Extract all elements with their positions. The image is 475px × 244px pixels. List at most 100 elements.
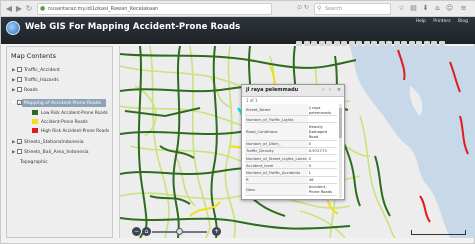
legend-swatch-green [32, 110, 38, 115]
table-row: Number_of_Traffic_Accidents 1 [245, 168, 337, 177]
url-text: nusantaraz.my.id/Lokasi_Rawan_Kecelakaan [48, 6, 159, 12]
header-link-blog[interactable]: Blog [458, 19, 468, 24]
popup-title: jl raya pelemmadu [246, 87, 299, 93]
menu-icon[interactable]: ≡ [459, 4, 468, 13]
map-toolbar [296, 32, 446, 47]
previous-arrow-icon[interactable]: ‹ [320, 87, 326, 93]
attribute-key: Desc [245, 183, 308, 196]
attribute-key: Road_Conditions [245, 122, 308, 141]
layer-checkbox[interactable] [17, 77, 22, 82]
next-arrow-icon[interactable]: › [327, 87, 333, 93]
download-icon[interactable]: ⬇ [421, 4, 430, 13]
layer-checkbox[interactable] [17, 67, 22, 72]
home-icon[interactable]: ⌂ [433, 4, 442, 13]
layer-row-traffic-hazards[interactable]: ▶ Traffic_Hazards [12, 77, 59, 83]
attribute-value: Accident-Prone Roads [307, 183, 337, 196]
layer-row-traffic-accident[interactable]: ▶ Traffic_Accident [12, 67, 60, 73]
popup-header: jl raya pelemmadu ‹ › × [242, 85, 344, 97]
layer-label: Mapping of Accident-Prone Roads [24, 101, 101, 106]
layer-label: Traffic_Hazards [24, 78, 59, 83]
zoom-slider-handle[interactable] [176, 228, 183, 235]
zoom-controls: − ⌂ + [132, 227, 227, 237]
table-row: Road_Conditions Heavily Damaged Road [245, 122, 337, 141]
share-icon[interactable]: ☺ [445, 4, 454, 13]
home-extent-icon[interactable]: ⌂ [142, 227, 151, 236]
attribute-key: Number_of_Ditch_ [245, 140, 308, 148]
layer-row-streets-stations[interactable]: ▶Streets_StationsIndonesia [12, 139, 84, 145]
attribute-value: 0 [307, 161, 337, 170]
attribute-key: Accident_level [245, 161, 308, 170]
scale-bar [411, 230, 466, 235]
layer-label: Streets_Bali_Area_Indonesia [24, 150, 89, 155]
attribute-value: 0 [307, 154, 337, 163]
legend-item-low-risk: Low Risk Accident-Prone Roads [32, 110, 108, 116]
scrollbar-thumb[interactable] [339, 108, 342, 138]
attribute-table: Street_Name jl raya pelemmadu Number_of_T… [245, 104, 337, 196]
layer-checkbox[interactable] [17, 87, 22, 92]
attribute-key: Number_of_Traffic_Accidents [245, 168, 308, 177]
legend-label: Low Risk Accident-Prone Roads [41, 111, 108, 116]
reader-icon[interactable]: ⊙ ↻ [297, 4, 309, 11]
table-row: Number_of_Traffic_Lights [245, 115, 337, 124]
legend-label: High Risk Accident-Prone Roads [41, 129, 110, 134]
browser-window: ◀ ▶ ↻ ● nusantaraz.my.id/Lokasi_Rawan_Ke… [0, 0, 475, 244]
lock-icon: ● [40, 5, 46, 12]
zoom-out-icon[interactable]: − [132, 227, 141, 236]
table-row: R 46 [245, 176, 337, 184]
app-title: Web GIS For Mapping Accident-Prone Roads [25, 22, 241, 32]
layer-row-accident-prone-roads[interactable]: ▼Mapping of Accident-Prone Roads [12, 100, 101, 106]
attribute-key: Street_Name [245, 104, 308, 117]
forward-arrow-icon[interactable]: ▶ [14, 4, 24, 14]
attribute-key: R [245, 176, 308, 184]
layer-label: Roads [24, 88, 38, 93]
attribute-value: 0 [307, 140, 337, 148]
browser-search-input[interactable]: ⚲ Search [314, 3, 391, 15]
legend-swatch-yellow [32, 119, 38, 124]
table-row: Desc Accident-Prone Roads [245, 183, 337, 196]
legend-item-high-risk: High Risk Accident-Prone Roads [32, 128, 109, 134]
legend-swatch-red [32, 128, 38, 133]
basemap-label: Topographic [20, 160, 48, 165]
attribute-value [307, 115, 337, 124]
zoom-in-icon[interactable]: + [212, 227, 221, 236]
attribute-key: Number_of_Street_Lights_Lanes [245, 154, 308, 163]
layer-label: Traffic_Accident [24, 68, 60, 73]
layer-label: Streets_StationsIndonesia [24, 140, 84, 145]
header-link-printers[interactable]: Printers [433, 19, 450, 24]
feature-info-popup[interactable]: jl raya pelemmadu ‹ › × 1 of 1 Street_Na… [241, 84, 345, 200]
popup-scrollbar[interactable] [339, 104, 342, 198]
legend-item-medium: Accident-Prone Roads [32, 119, 88, 125]
attribute-value: 0.972773 [307, 147, 337, 155]
attribute-key: Traffic_Density [245, 147, 308, 155]
panel-title: Map Contents [11, 52, 57, 60]
search-placeholder: Search [325, 6, 343, 12]
search-icon: ⚲ [317, 5, 322, 12]
reload-icon[interactable]: ↻ [24, 4, 34, 14]
header-links: Help Printers Blog [410, 19, 468, 24]
layer-checkbox[interactable] [17, 139, 22, 144]
table-row: Number_of_Street_Lights_Lanes 0 [245, 154, 337, 163]
attribute-value: 46 [307, 176, 337, 184]
layer-row-streets-bali[interactable]: ▶ Streets_Bali_Area_Indonesia [12, 149, 89, 155]
popup-pager: 1 of 1 [246, 98, 258, 103]
address-bar[interactable]: ● nusantaraz.my.id/Lokasi_Rawan_Kecelaka… [37, 3, 272, 15]
bookmark-star-icon[interactable]: ☆ [397, 4, 406, 13]
table-row: Traffic_Density 0.972773 [245, 147, 337, 155]
attribute-value: jl raya pelemmadu [307, 104, 337, 117]
attribute-key: Number_of_Traffic_Lights [245, 115, 308, 124]
attribute-value: 1 [307, 168, 337, 177]
layer-checkbox[interactable] [17, 149, 22, 154]
legend-label: Accident-Prone Roads [41, 120, 88, 125]
layer-checkbox[interactable] [17, 100, 22, 105]
sea-area [350, 46, 475, 238]
back-arrow-icon[interactable]: ◀ [4, 4, 14, 14]
globe-logo-icon [6, 21, 20, 35]
reading-list-icon[interactable]: ▤ [409, 4, 418, 13]
table-row: Number_of_Ditch_ 0 [245, 140, 337, 148]
layer-row-roads[interactable]: ▶ Roads [12, 87, 38, 93]
table-row: Accident_level 0 [245, 161, 337, 170]
attribute-value: Heavily Damaged Road [307, 122, 337, 141]
table-row: Street_Name jl raya pelemmadu [245, 104, 337, 117]
header-link-help[interactable]: Help [416, 19, 426, 24]
close-icon[interactable]: × [336, 87, 342, 93]
